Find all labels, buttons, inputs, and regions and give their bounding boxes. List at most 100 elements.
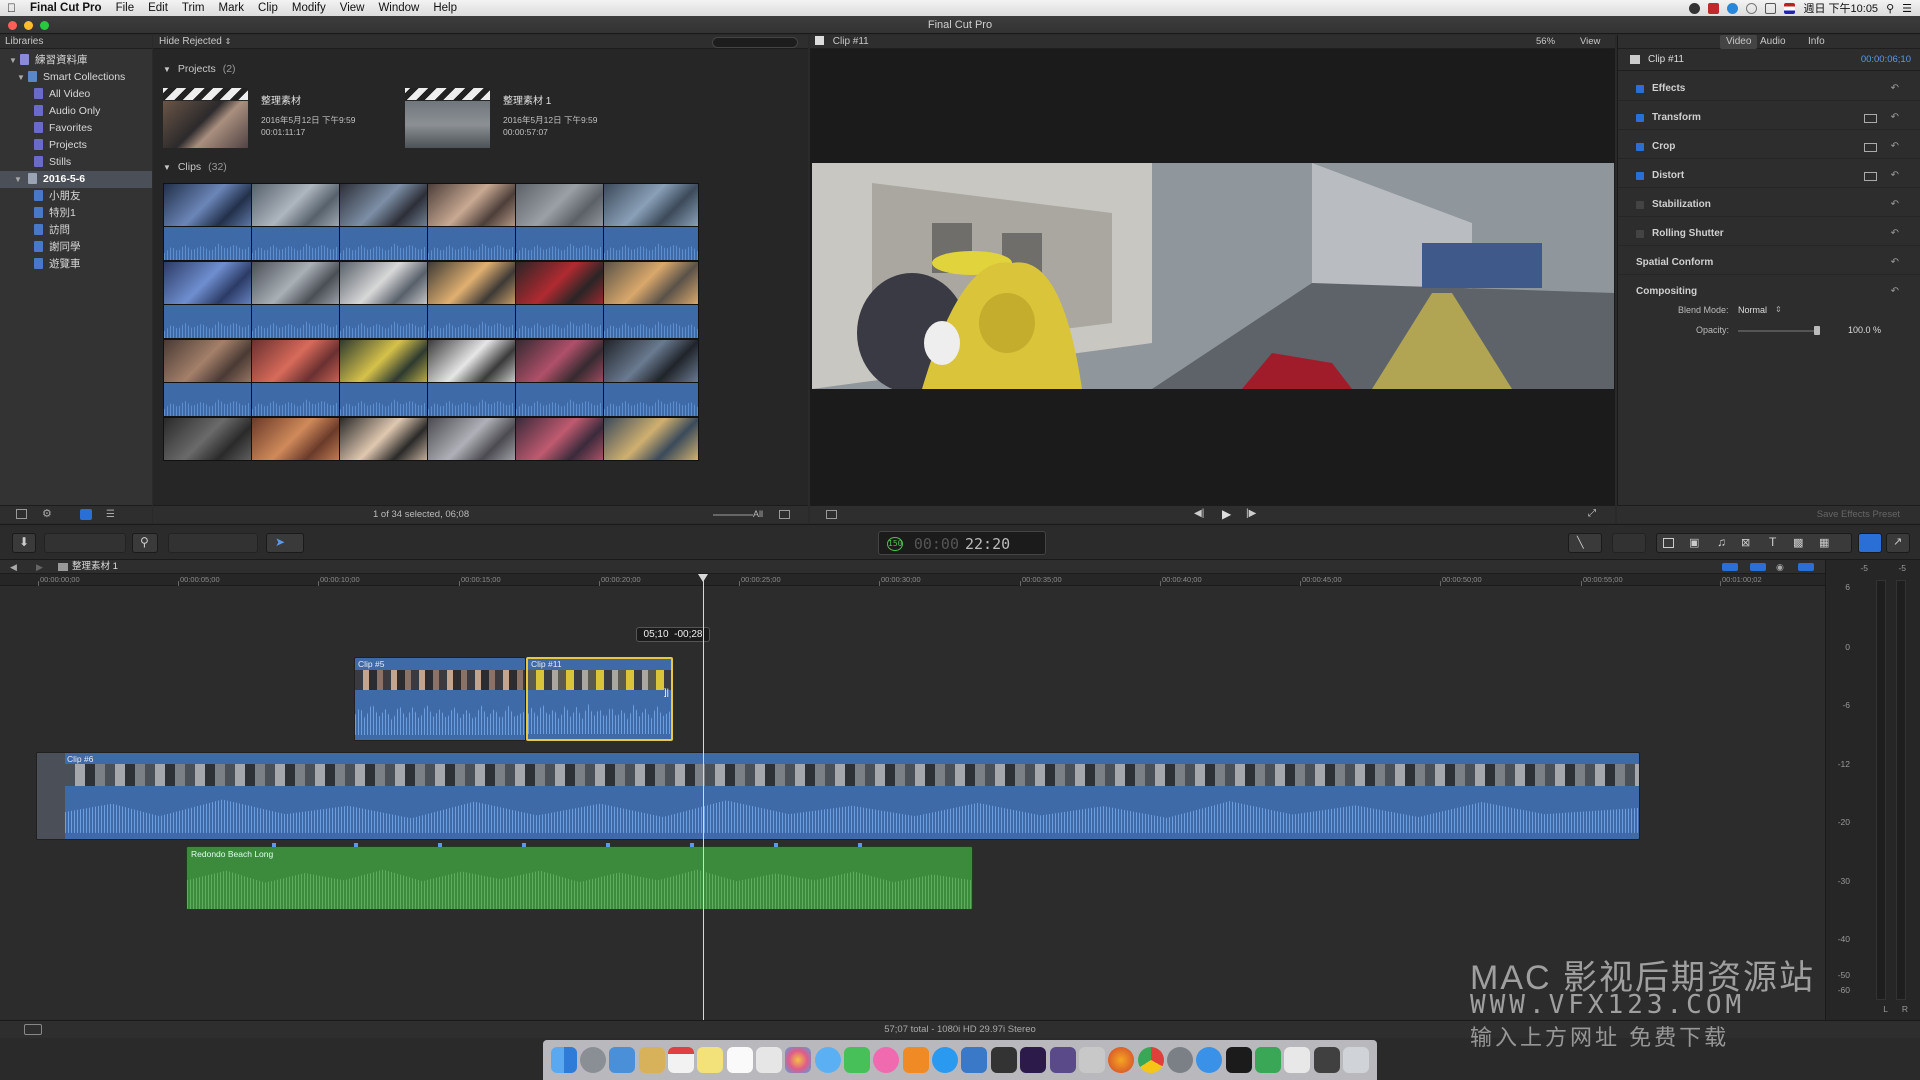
enable-checkbox[interactable]	[1636, 143, 1644, 151]
back-arrow-icon[interactable]: ◀	[10, 560, 17, 574]
app-store-icon[interactable]	[932, 1047, 959, 1073]
browser-search-input[interactable]	[712, 37, 798, 48]
fullscreen-icon[interactable]	[40, 21, 49, 30]
select-tool-button[interactable]: ➤	[266, 533, 304, 553]
dropdown-arrows-icon[interactable]: ⇕	[1775, 305, 1782, 314]
enable-checkbox[interactable]	[1636, 85, 1644, 93]
tab-audio[interactable]: Audio	[1760, 35, 1786, 49]
firefox-icon[interactable]	[1108, 1047, 1135, 1073]
chrome-icon[interactable]	[1137, 1047, 1164, 1073]
event-item[interactable]: ▼ 2016-5-6	[0, 171, 152, 188]
enhancements-button[interactable]	[1612, 533, 1646, 553]
previous-frame-icon[interactable]: ◀|	[1194, 508, 1204, 519]
onscreen-controls-icon[interactable]	[1864, 143, 1877, 152]
timecode-display[interactable]: 150 00:00 22:20	[878, 531, 1046, 555]
calendar-icon[interactable]	[668, 1047, 695, 1073]
onscreen-controls-icon[interactable]	[1864, 172, 1877, 181]
disclosure-triangle-icon[interactable]: ▼	[17, 69, 25, 86]
connected-clip-selected[interactable]: Clip #11 ]|	[526, 657, 673, 741]
blade-tool-dropdown[interactable]: ╲	[1568, 533, 1602, 553]
snapping-icon[interactable]	[1798, 563, 1814, 571]
blend-mode-dropdown[interactable]: Normal	[1738, 305, 1767, 315]
terminal-icon[interactable]	[1225, 1047, 1252, 1073]
gear-icon[interactable]: ⚙	[42, 507, 52, 520]
reset-icon[interactable]: ↶	[1891, 106, 1899, 130]
desktop-stack-icon[interactable]	[1313, 1047, 1340, 1073]
enable-checkbox[interactable]	[1636, 230, 1644, 238]
share-button[interactable]: ↗	[1886, 533, 1910, 553]
disclosure-triangle-icon[interactable]: ▼	[163, 163, 171, 172]
next-frame-icon[interactable]: |▶	[1246, 508, 1256, 519]
menu-file[interactable]: File	[109, 2, 142, 14]
input-flag-icon[interactable]	[1784, 2, 1796, 14]
reset-icon[interactable]: ↶	[1891, 193, 1899, 217]
keyword-favorite-controls[interactable]	[44, 533, 126, 553]
save-effects-preset-button[interactable]: Save Effects Preset	[1817, 509, 1900, 520]
menu-clock[interactable]: 週日 下午10:05	[1803, 0, 1878, 16]
clip-thumbnail[interactable]	[427, 417, 523, 461]
tab-info[interactable]: Info	[1808, 35, 1825, 49]
tab-video[interactable]: Video	[1720, 35, 1758, 49]
smart-collection-favorites[interactable]: Favorites	[0, 120, 152, 137]
rolling-shutter-section[interactable]: Rolling Shutter ↶	[1618, 222, 1920, 246]
clip-thumbnail[interactable]	[603, 417, 699, 461]
notification-center-icon[interactable]: ☰	[1902, 2, 1912, 15]
notes-icon[interactable]	[638, 1047, 665, 1073]
disclosure-triangle-icon[interactable]: ▼	[163, 65, 171, 74]
video-frame[interactable]	[812, 163, 1614, 389]
clip-thumbnail[interactable]	[251, 417, 347, 461]
opacity-value[interactable]: 100.0 %	[1848, 325, 1881, 335]
hide-rejected-dropdown[interactable]: Hide Rejected	[159, 36, 222, 47]
menu-trim[interactable]: Trim	[175, 2, 212, 14]
projects-section-header[interactable]: ▼ Projects (2)	[163, 63, 236, 75]
keyword-collection[interactable]: 特別1	[0, 205, 152, 222]
connected-clip[interactable]: Clip #5	[354, 657, 526, 741]
edit-buttons[interactable]	[168, 533, 258, 553]
filter-all-dropdown[interactable]: All	[753, 509, 763, 519]
keyword-editor-button[interactable]: ⚲	[132, 533, 158, 553]
clip-appearance-icon[interactable]	[1722, 563, 1738, 571]
disclosure-triangle-icon[interactable]: ▼	[14, 171, 22, 188]
themes-icon[interactable]: ▦	[1819, 536, 1829, 549]
play-icon[interactable]: ▶	[1222, 507, 1231, 521]
menu-help[interactable]: Help	[426, 2, 464, 14]
clapper-app-icon[interactable]	[1049, 1047, 1076, 1073]
show-libraries-icon[interactable]	[16, 509, 27, 519]
primary-storyline-clip[interactable]: Clip #6	[36, 752, 1640, 840]
enable-checkbox[interactable]	[1636, 114, 1644, 122]
minimize-icon[interactable]	[24, 21, 33, 30]
smart-collection-projects[interactable]: Projects	[0, 137, 152, 154]
reset-icon[interactable]: ↶	[1891, 222, 1899, 246]
smart-collection-stills[interactable]: Stills	[0, 154, 152, 171]
image-capture-icon[interactable]	[1078, 1047, 1105, 1073]
downloads-stack-icon[interactable]	[1284, 1047, 1311, 1073]
record-icon[interactable]	[1708, 2, 1720, 14]
reset-icon[interactable]: ↶	[1891, 135, 1899, 159]
titles-icon[interactable]: T	[1769, 535, 1776, 549]
messages-icon[interactable]	[814, 1047, 841, 1073]
playhead-handle-icon[interactable]	[698, 574, 708, 582]
reset-icon[interactable]: ↶	[1891, 77, 1899, 101]
smart-collection-audio-only[interactable]: Audio Only	[0, 103, 152, 120]
dropdown-arrows-icon[interactable]: ⇕	[225, 37, 232, 46]
safari-icon[interactable]	[1196, 1047, 1223, 1073]
library-item[interactable]: ▼ 練習資料庫	[0, 52, 152, 69]
crop-section[interactable]: Crop ↶	[1618, 135, 1920, 159]
stabilization-section[interactable]: Stabilization ↶	[1618, 193, 1920, 217]
project-item[interactable]: 整理素材 2016年5月12日 下午9:59 00:01:11:17	[163, 88, 393, 160]
import-button[interactable]: ⬇	[12, 533, 36, 553]
onscreen-controls-icon[interactable]	[1864, 114, 1877, 123]
smart-collections-folder[interactable]: ▼ Smart Collections	[0, 69, 152, 86]
clip-size-slider[interactable]	[713, 514, 753, 516]
keyword-collection[interactable]: 謝同學	[0, 239, 152, 256]
solo-icon[interactable]: ◉	[1776, 560, 1784, 574]
premiere-icon[interactable]	[1020, 1047, 1047, 1073]
reset-icon[interactable]: ↶	[1891, 251, 1899, 275]
launchpad-icon[interactable]	[580, 1047, 607, 1073]
xcode-icon[interactable]	[961, 1047, 988, 1073]
timeline-index-icon[interactable]	[24, 1024, 42, 1035]
clip-thumbnail[interactable]	[339, 417, 435, 461]
menu-window[interactable]: Window	[371, 2, 426, 14]
trim-handle-icon[interactable]: ]|	[664, 687, 669, 697]
menu-view[interactable]: View	[333, 2, 372, 14]
